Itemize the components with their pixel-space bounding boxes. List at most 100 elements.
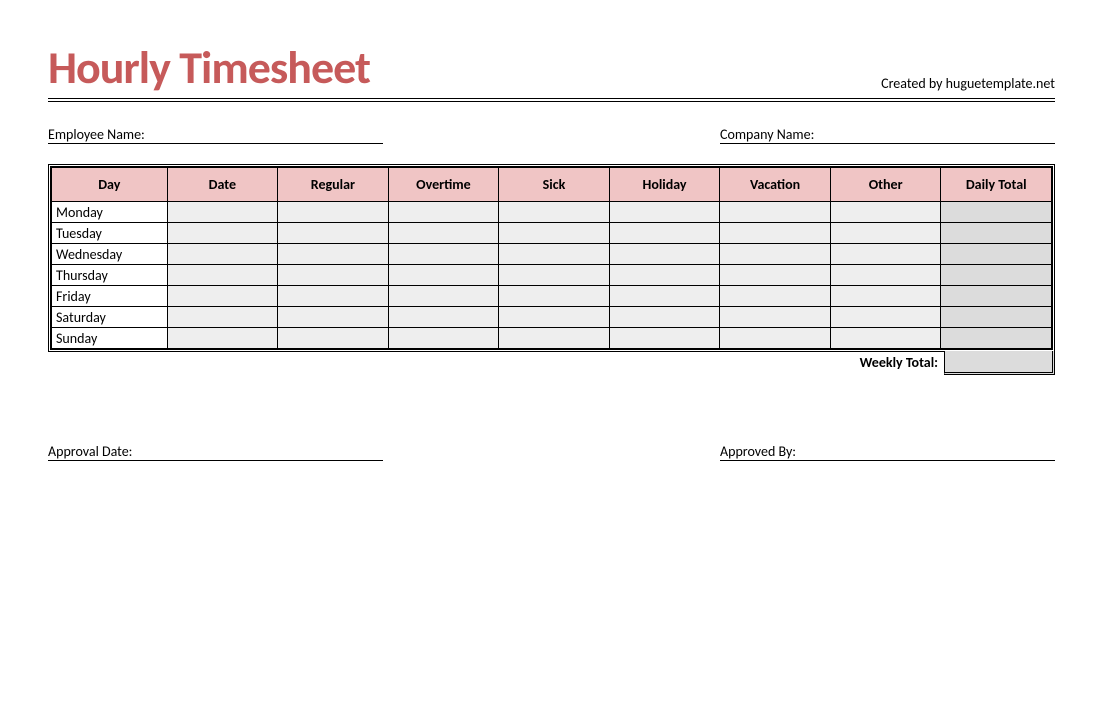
data-cell[interactable] <box>388 328 499 349</box>
weekly-total-label: Weekly Total: <box>856 351 944 375</box>
header-date: Date <box>167 168 278 202</box>
header-regular: Regular <box>278 168 389 202</box>
data-cell[interactable] <box>720 286 831 307</box>
data-cell[interactable] <box>499 307 610 328</box>
table-row: Wednesday <box>52 244 1052 265</box>
approval-date-field: Approval Date: <box>48 443 383 461</box>
data-cell[interactable] <box>278 202 389 223</box>
data-cell[interactable] <box>830 244 941 265</box>
day-cell: Monday <box>52 202 168 223</box>
table-row: Friday <box>52 286 1052 307</box>
daily-total-cell[interactable] <box>941 328 1052 349</box>
data-cell[interactable] <box>167 286 278 307</box>
data-cell[interactable] <box>278 328 389 349</box>
approved-by-label: Approved By: <box>720 443 800 461</box>
table-row: Saturday <box>52 307 1052 328</box>
day-cell: Friday <box>52 286 168 307</box>
data-cell[interactable] <box>167 223 278 244</box>
table-row: Thursday <box>52 265 1052 286</box>
data-cell[interactable] <box>499 328 610 349</box>
data-cell[interactable] <box>278 286 389 307</box>
data-cell[interactable] <box>278 265 389 286</box>
data-cell[interactable] <box>388 286 499 307</box>
data-cell[interactable] <box>278 307 389 328</box>
company-name-label: Company Name: <box>720 126 818 144</box>
data-cell[interactable] <box>167 265 278 286</box>
data-cell[interactable] <box>609 202 720 223</box>
data-cell[interactable] <box>830 307 941 328</box>
employee-name-label: Employee Name: <box>48 126 149 144</box>
data-cell[interactable] <box>830 328 941 349</box>
company-name-field: Company Name: <box>720 126 1055 144</box>
data-cell[interactable] <box>499 223 610 244</box>
approval-date-input[interactable] <box>136 443 383 461</box>
data-cell[interactable] <box>609 265 720 286</box>
credits-text: Created by huguetemplate.net <box>881 75 1055 96</box>
table-row: Monday <box>52 202 1052 223</box>
company-name-input[interactable] <box>818 126 1055 144</box>
daily-total-cell[interactable] <box>941 265 1052 286</box>
approved-by-input[interactable] <box>800 443 1055 461</box>
approved-by-field: Approved By: <box>720 443 1055 461</box>
table-row: Sunday <box>52 328 1052 349</box>
data-cell[interactable] <box>609 307 720 328</box>
daily-total-cell[interactable] <box>941 286 1052 307</box>
approval-date-label: Approval Date: <box>48 443 136 461</box>
data-cell[interactable] <box>499 202 610 223</box>
data-cell[interactable] <box>499 286 610 307</box>
data-cell[interactable] <box>388 265 499 286</box>
header-overtime: Overtime <box>388 168 499 202</box>
daily-total-cell[interactable] <box>941 223 1052 244</box>
data-cell[interactable] <box>830 223 941 244</box>
data-cell[interactable] <box>499 244 610 265</box>
weekly-total-cell[interactable] <box>944 351 1055 375</box>
document-title: Hourly Timesheet <box>48 40 370 96</box>
day-cell: Tuesday <box>52 223 168 244</box>
data-cell[interactable] <box>499 265 610 286</box>
daily-total-cell[interactable] <box>941 244 1052 265</box>
title-underline <box>48 98 1055 102</box>
day-cell: Wednesday <box>52 244 168 265</box>
data-cell[interactable] <box>609 286 720 307</box>
data-cell[interactable] <box>720 265 831 286</box>
employee-name-input[interactable] <box>149 126 383 144</box>
header-day: Day <box>52 168 168 202</box>
employee-name-field: Employee Name: <box>48 126 383 144</box>
timesheet-table-wrapper: Day Date Regular Overtime Sick Holiday V… <box>48 164 1055 352</box>
data-cell[interactable] <box>609 244 720 265</box>
data-cell[interactable] <box>830 265 941 286</box>
data-cell[interactable] <box>278 223 389 244</box>
data-cell[interactable] <box>609 328 720 349</box>
day-cell: Thursday <box>52 265 168 286</box>
data-cell[interactable] <box>388 202 499 223</box>
data-cell[interactable] <box>720 244 831 265</box>
header-holiday: Holiday <box>609 168 720 202</box>
data-cell[interactable] <box>278 244 389 265</box>
data-cell[interactable] <box>830 286 941 307</box>
data-cell[interactable] <box>167 202 278 223</box>
day-cell: Sunday <box>52 328 168 349</box>
header-other: Other <box>830 168 941 202</box>
data-cell[interactable] <box>167 244 278 265</box>
header-vacation: Vacation <box>720 168 831 202</box>
data-cell[interactable] <box>720 202 831 223</box>
data-cell[interactable] <box>388 244 499 265</box>
data-cell[interactable] <box>388 223 499 244</box>
table-header-row: Day Date Regular Overtime Sick Holiday V… <box>52 168 1052 202</box>
data-cell[interactable] <box>720 307 831 328</box>
table-row: Tuesday <box>52 223 1052 244</box>
day-cell: Saturday <box>52 307 168 328</box>
header-sick: Sick <box>499 168 610 202</box>
data-cell[interactable] <box>167 328 278 349</box>
data-cell[interactable] <box>720 328 831 349</box>
data-cell[interactable] <box>167 307 278 328</box>
data-cell[interactable] <box>609 223 720 244</box>
data-cell[interactable] <box>388 307 499 328</box>
weekly-total-row: Weekly Total: <box>48 351 1055 375</box>
daily-total-cell[interactable] <box>941 202 1052 223</box>
header-daily-total: Daily Total <box>941 168 1052 202</box>
daily-total-cell[interactable] <box>941 307 1052 328</box>
data-cell[interactable] <box>830 202 941 223</box>
timesheet-table: Day Date Regular Overtime Sick Holiday V… <box>51 167 1052 349</box>
data-cell[interactable] <box>720 223 831 244</box>
